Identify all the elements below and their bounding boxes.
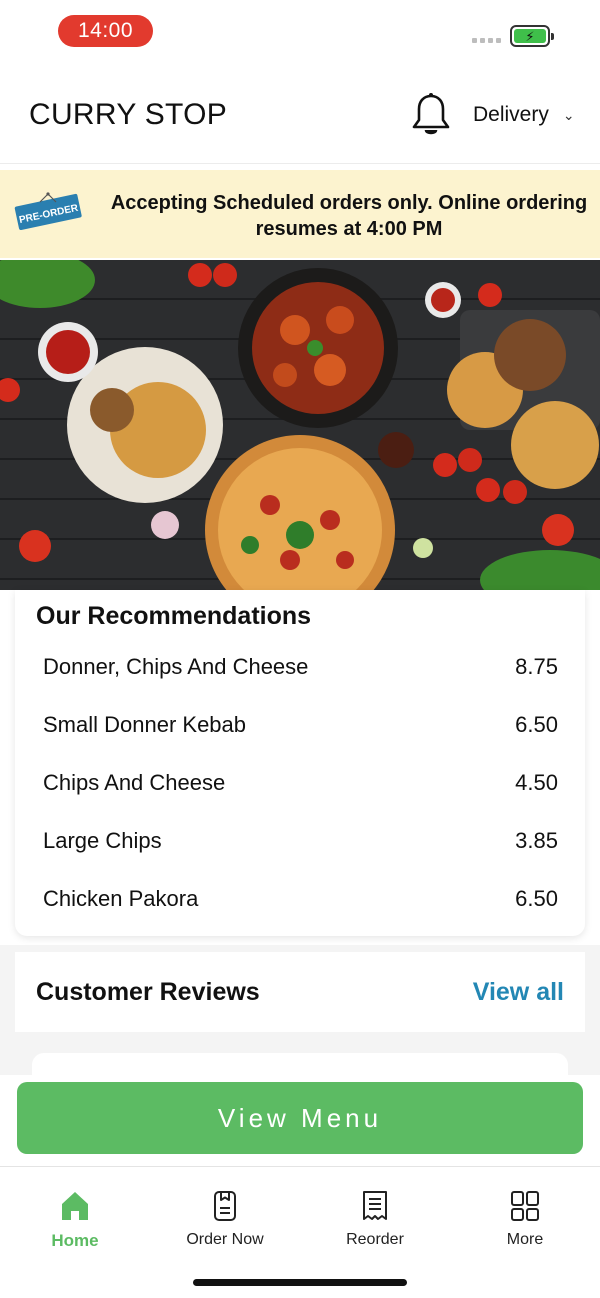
recommendations-title: Our Recommendations: [36, 602, 312, 630]
home-indicator: [193, 1279, 407, 1286]
item-price: 6.50: [515, 712, 558, 737]
banner-message: Accepting Scheduled orders only. Online …: [110, 192, 588, 240]
chevron-down-icon: ⌄: [562, 106, 575, 123]
item-name: Donner, Chips And Cheese: [43, 654, 309, 679]
item-price: 6.50: [515, 886, 558, 911]
recommendation-item[interactable]: Donner, Chips And Cheese 8.75: [43, 647, 558, 687]
item-price: 8.75: [515, 654, 558, 679]
nav-label: Order Now: [186, 1231, 264, 1248]
reviews-title: Customer Reviews: [36, 978, 260, 1006]
order-mode-dropdown[interactable]: Delivery ⌄: [473, 103, 575, 127]
item-name: Small Donner Kebab: [43, 712, 247, 737]
nav-item-order-now[interactable]: Order Now: [165, 1189, 285, 1249]
nav-item-reorder[interactable]: Reorder: [315, 1189, 435, 1249]
item-price: 4.50: [515, 770, 558, 795]
item-name: Chicken Pakora: [43, 886, 199, 911]
item-price: 3.85: [515, 828, 558, 853]
battery-icon: ⚡: [510, 25, 554, 47]
bell-icon[interactable]: [410, 92, 452, 138]
nav-label: Reorder: [346, 1231, 404, 1248]
receipt-icon: [363, 1191, 387, 1220]
signal-icon: [472, 38, 501, 43]
recommendations-card: Our Recommendations Donner, Chips And Ch…: [15, 590, 585, 936]
view-all-reviews-link[interactable]: View all: [473, 978, 564, 1007]
item-name: Chips And Cheese: [43, 770, 226, 795]
nav-item-home[interactable]: Home: [15, 1189, 135, 1251]
recommendation-item[interactable]: Large Chips 3.85: [43, 821, 558, 861]
nav-item-more[interactable]: More: [465, 1189, 585, 1249]
hero-food-image: [0, 260, 600, 590]
nav-label: More: [506, 1231, 544, 1248]
recommendation-item[interactable]: Chips And Cheese 4.50: [43, 763, 558, 803]
recommendation-item[interactable]: Chicken Pakora 6.50: [43, 879, 558, 919]
order-now-icon: [214, 1191, 236, 1221]
recommendation-item[interactable]: Small Donner Kebab 6.50: [43, 705, 558, 745]
brand-title: CURRY STOP: [29, 98, 228, 131]
status-time: 14:00: [58, 15, 153, 47]
view-menu-button[interactable]: View Menu: [17, 1082, 583, 1154]
home-icon: [62, 1192, 88, 1220]
status-bar: 14:00 ⚡: [0, 0, 600, 66]
grid-icon: [511, 1191, 539, 1221]
item-name: Large Chips: [43, 828, 162, 853]
order-mode-label: Delivery: [473, 103, 549, 126]
nav-label: Home: [51, 1231, 99, 1250]
reviews-header: Customer Reviews View all: [15, 952, 585, 1032]
preorder-tag-icon: PRE-ORDER: [14, 192, 82, 230]
app-header: CURRY STOP Delivery ⌄: [0, 66, 600, 164]
